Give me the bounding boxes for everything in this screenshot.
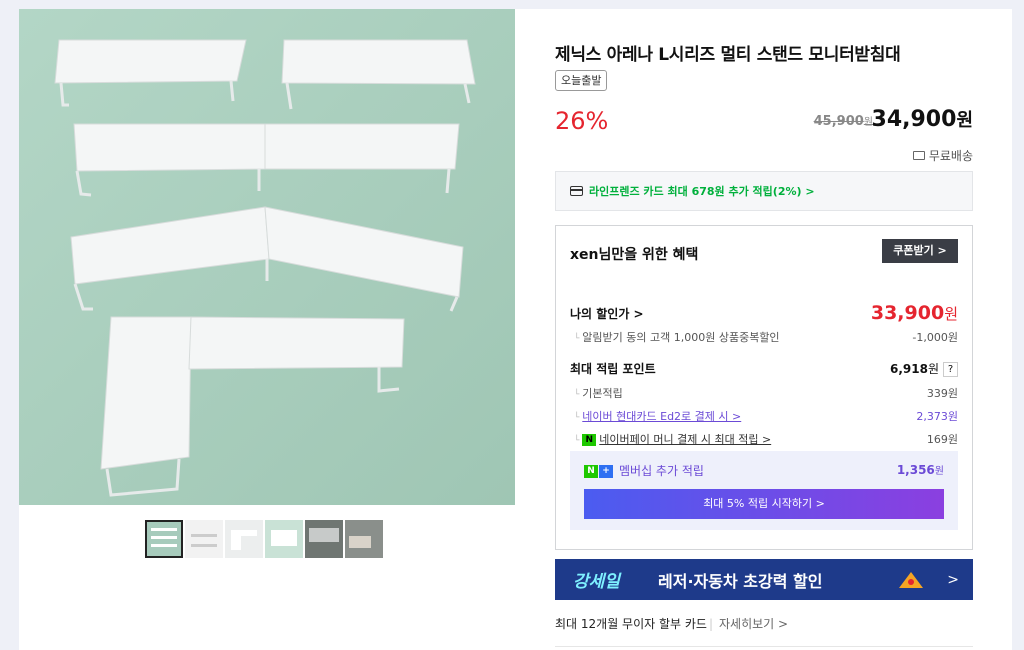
- thumbnail-strip: [145, 520, 383, 558]
- installment-text: 최대 12개월 무이자 할부 카드: [555, 617, 707, 631]
- membership-value-wrap: 1,356원: [897, 462, 944, 479]
- thumbnail-4[interactable]: [265, 520, 303, 558]
- original-price: 45,900원: [814, 113, 873, 129]
- promo-banner[interactable]: 강세일 레저·자동차 초강력 할인 >: [555, 559, 973, 600]
- hyundai-card-row[interactable]: 네이버 현대카드 Ed2로 결제 시 > 2,373원: [570, 408, 958, 424]
- membership-unit: 원: [934, 466, 944, 477]
- hyundai-card-wrap: 네이버 현대카드 Ed2로 결제 시 >: [570, 408, 741, 424]
- sale-price-value: 34,900: [871, 107, 957, 132]
- card-promo-banner[interactable]: 라인프렌즈 카드 최대 678원 추가 적립(2%) >: [555, 171, 973, 211]
- benefit-title: xen님만을 위한 혜택: [570, 247, 699, 263]
- sale-price: 34,900원: [872, 106, 973, 132]
- my-price-row[interactable]: 나의 할인가 > 33,900원: [570, 302, 958, 324]
- max-points-wrap: 6,918원?: [890, 360, 958, 377]
- hyundai-card-value: 2,373원: [916, 410, 958, 423]
- discount-rate: 26%: [555, 107, 609, 135]
- npay-money-label[interactable]: 네이버페이 머니 결제 시 최대 적립 >: [599, 433, 771, 446]
- banner-decoration-icon: [897, 570, 925, 590]
- membership-box: N + 멤버십 추가 적립 1,356원 최대 5% 적립 시작하기 >: [570, 451, 958, 530]
- naver-plus-icon: N +: [584, 465, 613, 478]
- max-points-label: 최대 적립 포인트: [570, 362, 656, 376]
- banner-text: 레저·자동차 초강력 할인: [658, 571, 823, 591]
- membership-start-button[interactable]: 최대 5% 적립 시작하기 >: [584, 489, 944, 519]
- membership-value: 1,356: [896, 463, 935, 477]
- product-title: 제닉스 아레나 L시리즈 멀티 스탠드 모니터받침대: [555, 45, 901, 65]
- max-points-value: 6,918: [889, 362, 928, 376]
- shipping-label: 무료배송: [928, 149, 973, 163]
- membership-label: 멤버십 추가 적립: [619, 464, 704, 478]
- benefit-panel: xen님만을 위한 혜택 쿠폰받기 > 나의 할인가 > 33,900원 알림받…: [555, 225, 973, 550]
- original-price-value: 45,900: [813, 114, 864, 129]
- basic-points-label: 기본적립: [570, 385, 622, 401]
- alarm-discount-row: 알림받기 동의 고객 1,000원 상품중복할인 -1,000원: [570, 329, 958, 345]
- max-points-unit: 원: [927, 362, 939, 376]
- installment-more-link[interactable]: 자세히보기 >: [719, 617, 788, 631]
- desk-stand-illustration: [19, 9, 515, 505]
- installment-info: 최대 12개월 무이자 할부 카드 | 자세히보기 >: [555, 615, 788, 632]
- separator: |: [708, 617, 714, 631]
- product-page: 제닉스 아레나 L시리즈 멀티 스탠드 모니터받침대 오늘출발 26% 45,9…: [19, 9, 1012, 650]
- shipping-info: 무료배송: [912, 147, 973, 164]
- help-icon[interactable]: ?: [943, 362, 958, 377]
- card-promo-text: 라인프렌즈 카드 최대 678원 추가 적립(2%) >: [589, 185, 815, 198]
- basic-points-row: 기본적립 339원: [570, 385, 958, 401]
- banner-logo: 강세일: [573, 572, 620, 592]
- truck-icon: [912, 151, 925, 160]
- banner-chevron-right-icon: >: [947, 571, 959, 588]
- my-price-value-wrap: 33,900원: [871, 302, 958, 324]
- max-points-row: 최대 적립 포인트 6,918원?: [570, 360, 958, 377]
- divider: [555, 646, 973, 647]
- thumbnail-2[interactable]: [185, 520, 223, 558]
- npay-money-value: 169원: [926, 433, 958, 446]
- alarm-discount-label: 알림받기 동의 고객 1,000원 상품중복할인: [570, 329, 779, 345]
- thumbnail-5[interactable]: [305, 520, 343, 558]
- alarm-discount-value: -1,000원: [912, 331, 958, 344]
- sale-price-unit: 원: [956, 110, 973, 131]
- hyundai-card-label[interactable]: 네이버 현대카드 Ed2로 결제 시 >: [582, 410, 741, 423]
- product-gallery: [19, 9, 515, 650]
- main-product-image[interactable]: [19, 9, 515, 505]
- my-price-unit: 원: [944, 305, 958, 323]
- membership-row: N + 멤버십 추가 적립 1,356원: [584, 462, 944, 479]
- npay-money-wrap: N네이버페이 머니 결제 시 최대 적립 >: [570, 431, 771, 447]
- today-shipping-tag: 오늘출발: [555, 70, 608, 91]
- my-price-value: 33,900: [870, 302, 945, 324]
- my-price-label: 나의 할인가 >: [570, 306, 644, 321]
- membership-label-wrap: N + 멤버십 추가 적립: [584, 462, 704, 479]
- npay-money-row[interactable]: N네이버페이 머니 결제 시 최대 적립 > 169원: [570, 431, 958, 447]
- credit-card-icon: [570, 186, 583, 196]
- thumbnail-1[interactable]: [145, 520, 183, 558]
- coupon-button[interactable]: 쿠폰받기 >: [882, 239, 958, 263]
- npay-icon: N: [582, 434, 597, 446]
- thumbnail-3[interactable]: [225, 520, 263, 558]
- thumbnail-6[interactable]: [345, 520, 383, 558]
- basic-points-value: 339원: [926, 387, 958, 400]
